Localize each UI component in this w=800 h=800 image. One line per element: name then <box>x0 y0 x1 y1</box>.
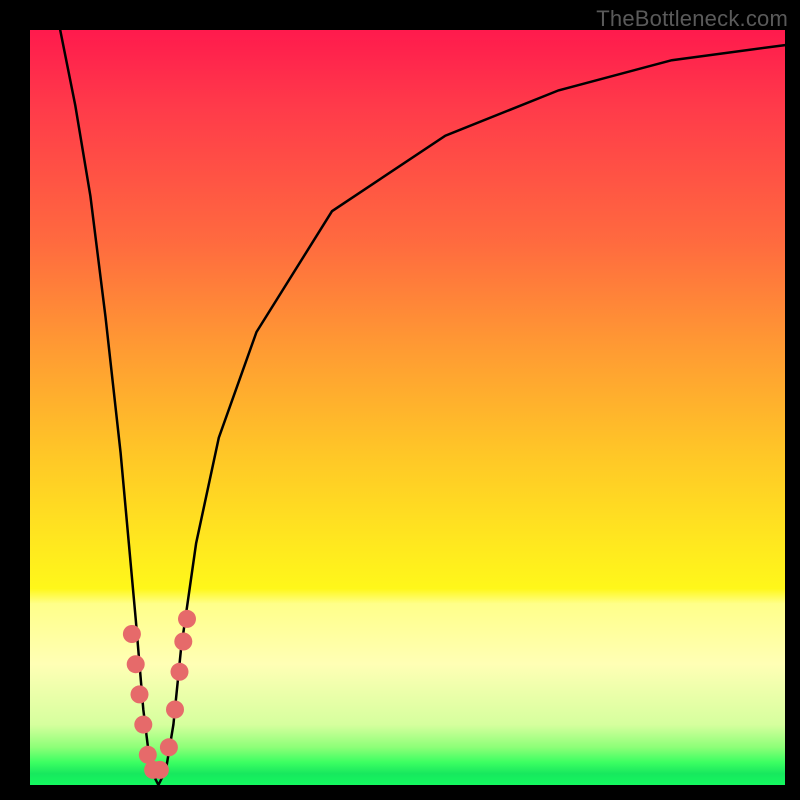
data-point-cluster <box>123 610 196 779</box>
data-point <box>174 633 192 651</box>
watermark-text: TheBottleneck.com <box>596 6 788 32</box>
plot-area <box>30 30 785 785</box>
data-point <box>123 625 141 643</box>
data-point <box>171 663 189 681</box>
bottleneck-curve <box>60 30 785 785</box>
curve-layer <box>30 30 785 785</box>
data-point <box>178 610 196 628</box>
chart-frame: TheBottleneck.com <box>0 0 800 800</box>
data-point <box>166 701 184 719</box>
data-point <box>127 655 145 673</box>
data-point <box>151 761 169 779</box>
data-point <box>134 716 152 734</box>
data-point <box>131 685 149 703</box>
data-point <box>160 738 178 756</box>
